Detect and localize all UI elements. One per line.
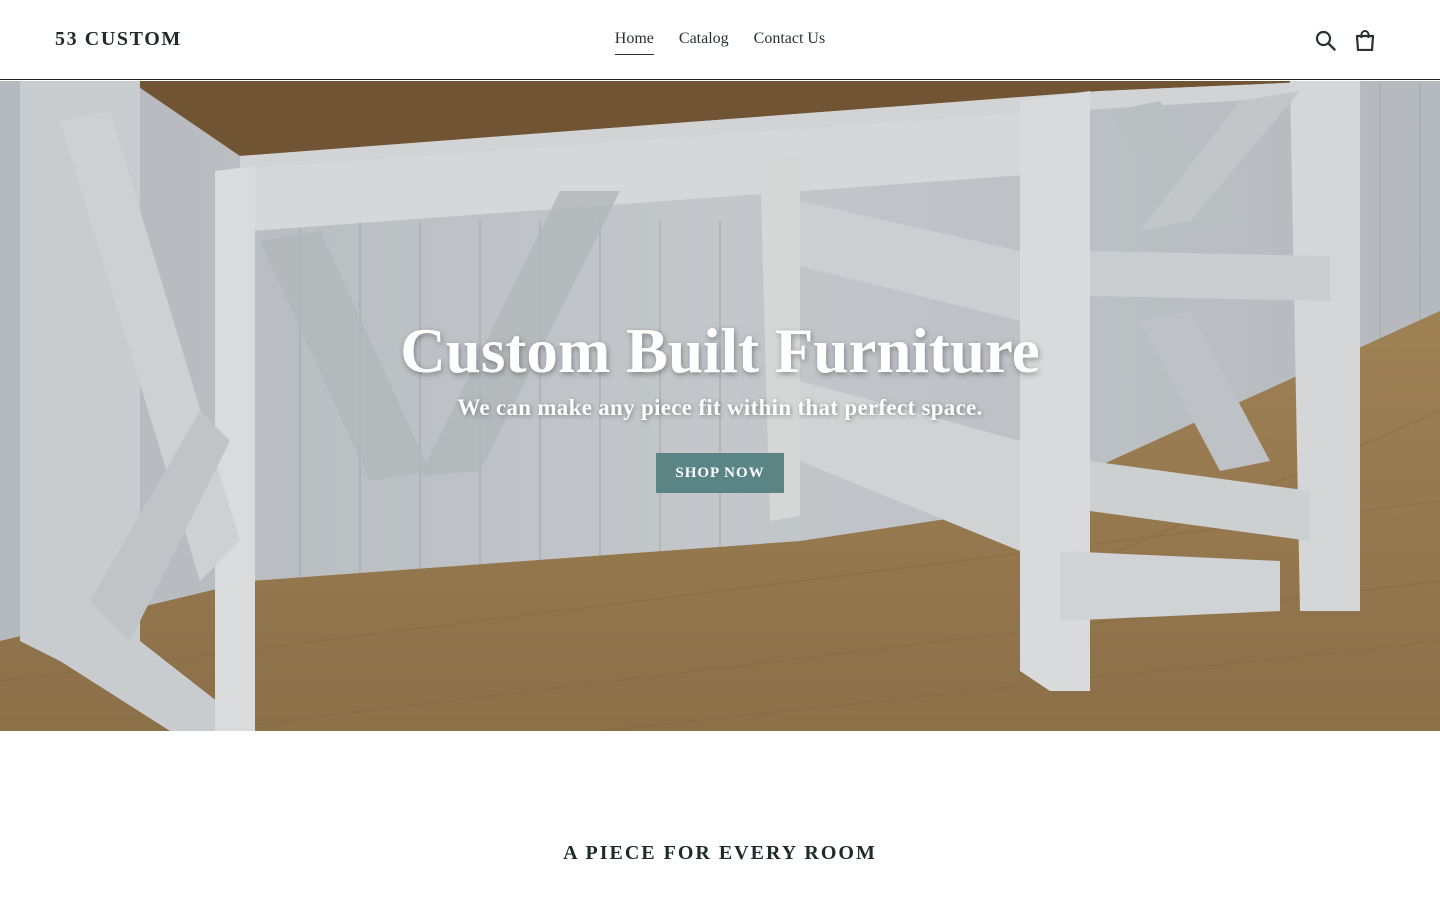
hero-content: Custom Built Furniture We can make any p… <box>0 313 1440 493</box>
search-icon[interactable] <box>1314 28 1336 52</box>
site-header: 53 CUSTOM Home Catalog Contact Us <box>0 0 1440 80</box>
nav-item-contact-us[interactable]: Contact Us <box>754 29 826 55</box>
nav-item-catalog[interactable]: Catalog <box>679 29 729 55</box>
hero-title: Custom Built Furniture <box>400 316 1040 386</box>
cart-icon[interactable] <box>1354 28 1376 52</box>
header-actions <box>1314 28 1376 52</box>
shop-now-button[interactable]: SHOP NOW <box>656 453 784 493</box>
hero-subtitle: We can make any piece fit within that pe… <box>457 395 983 420</box>
section-title: A PIECE FOR EVERY ROOM <box>563 842 877 864</box>
main-nav: Home Catalog Contact Us <box>0 29 1440 55</box>
nav-item-home[interactable]: Home <box>614 29 654 55</box>
hero-banner: Custom Built Furniture We can make any p… <box>0 81 1440 731</box>
